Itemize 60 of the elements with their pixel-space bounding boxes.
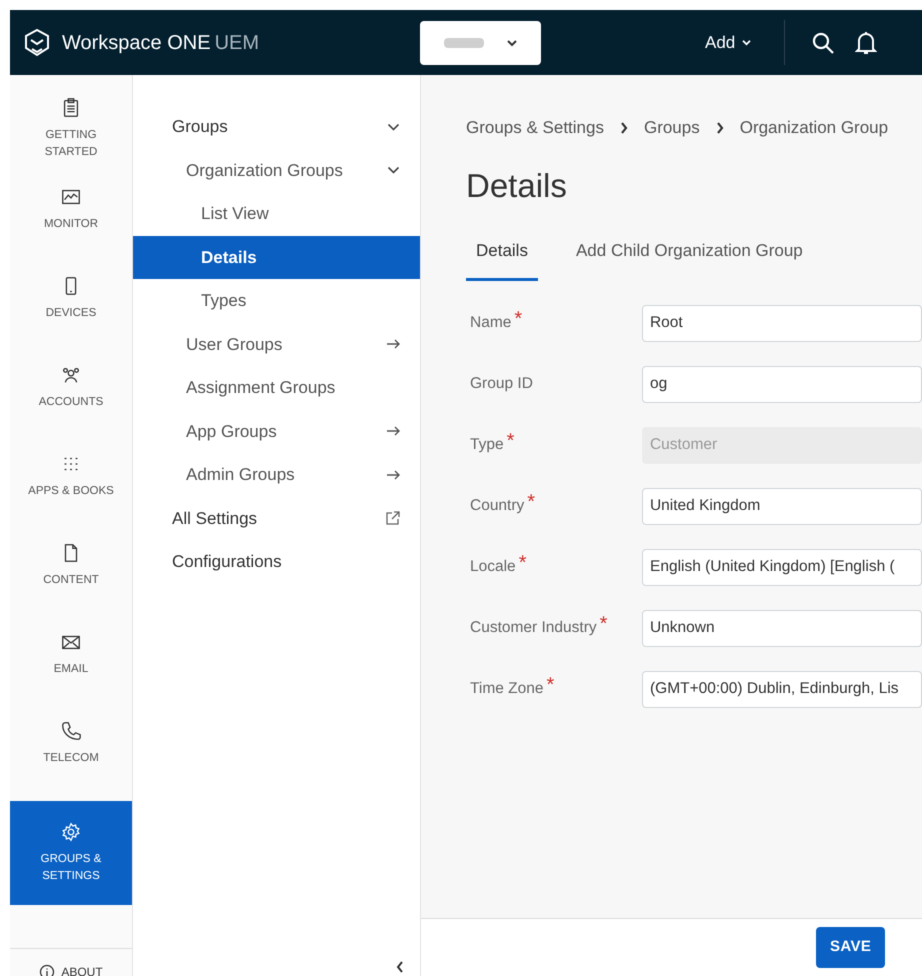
page-title: Details xyxy=(466,166,568,206)
info-icon xyxy=(39,964,56,976)
nav-item[interactable]: ACCOUNTS xyxy=(10,354,132,443)
menu-item[interactable]: Organization Groups xyxy=(133,148,420,192)
chevron-down-icon xyxy=(506,38,518,46)
field-label: Time Zone* xyxy=(470,677,554,700)
nav-item[interactable]: CONTENT xyxy=(10,532,132,621)
about-link[interactable]: ABOUT xyxy=(39,963,103,976)
field-label: Name* xyxy=(470,311,522,334)
menu-item[interactable]: Configurations xyxy=(133,540,420,584)
brand-suffix: UEM xyxy=(214,30,260,56)
nav-item[interactable]: DEVICES xyxy=(10,265,132,354)
menu-item[interactable]: All Settings xyxy=(133,496,420,540)
menu-item[interactable]: Details xyxy=(133,236,420,279)
nav-item[interactable]: EMAIL xyxy=(10,621,132,710)
nav-item[interactable]: MONITOR xyxy=(10,176,132,265)
menu-item[interactable]: User Groups xyxy=(133,322,420,366)
collapse-icon[interactable] xyxy=(396,961,404,973)
nav-item[interactable]: GETTING STARTED xyxy=(10,87,132,176)
arrow-right-icon xyxy=(387,339,400,350)
text-field[interactable]: Unknown xyxy=(642,610,922,646)
caret-icon xyxy=(741,39,752,46)
field-label: Country* xyxy=(470,494,536,516)
telephone-icon xyxy=(60,720,82,742)
bell-icon[interactable] xyxy=(855,30,878,54)
menu-item[interactable]: Admin Groups xyxy=(133,453,420,496)
text-field[interactable]: English (United Kingdom) [English ( xyxy=(642,548,922,586)
tab[interactable]: Details xyxy=(466,238,538,280)
menu-item[interactable]: List View xyxy=(133,192,420,236)
blurred-label xyxy=(444,38,484,48)
menu-item[interactable]: App Groups xyxy=(133,410,420,453)
menu-item[interactable]: Types xyxy=(133,279,420,322)
breadcrumb-link[interactable]: Organization Group xyxy=(740,115,888,140)
text-field[interactable]: Root xyxy=(642,304,922,342)
nav-item[interactable]: APPS & BOOKS xyxy=(10,443,132,532)
nav-item[interactable]: GROUPS & SETTINGS xyxy=(10,801,132,905)
arrow-right-icon xyxy=(387,470,400,480)
field-label: Locale* xyxy=(470,555,526,578)
logo-icon xyxy=(22,28,52,58)
brand-name: Workspace ONE xyxy=(62,30,211,56)
text-field[interactable]: United Kingdom xyxy=(642,488,922,524)
breadcrumb-link[interactable]: Groups & Settings xyxy=(466,115,604,140)
gear-icon xyxy=(60,821,82,843)
text-field[interactable]: og xyxy=(642,366,922,402)
breadcrumb-link[interactable]: Groups xyxy=(644,115,700,140)
chevron-right-icon xyxy=(620,122,628,134)
nav-item[interactable]: TELECOM xyxy=(10,710,132,799)
search-icon[interactable] xyxy=(811,30,836,54)
tab[interactable]: Add Child Organization Group xyxy=(576,238,803,280)
add-menu-button[interactable]: Add xyxy=(705,30,752,56)
field-label: Group ID xyxy=(470,374,533,394)
arrow-right-icon xyxy=(387,426,400,436)
save-button[interactable]: SAVE xyxy=(816,927,886,968)
menu-item[interactable]: Assignment Groups xyxy=(133,366,420,410)
chevron-right-icon xyxy=(716,122,724,134)
text-field[interactable]: (GMT+00:00) Dublin, Edinburgh, Lis xyxy=(642,670,922,708)
field-label: Type* xyxy=(470,433,514,456)
external-link-icon xyxy=(386,511,400,526)
field-label: Customer Industry* xyxy=(470,616,608,638)
menu-item[interactable]: Groups xyxy=(133,105,420,148)
